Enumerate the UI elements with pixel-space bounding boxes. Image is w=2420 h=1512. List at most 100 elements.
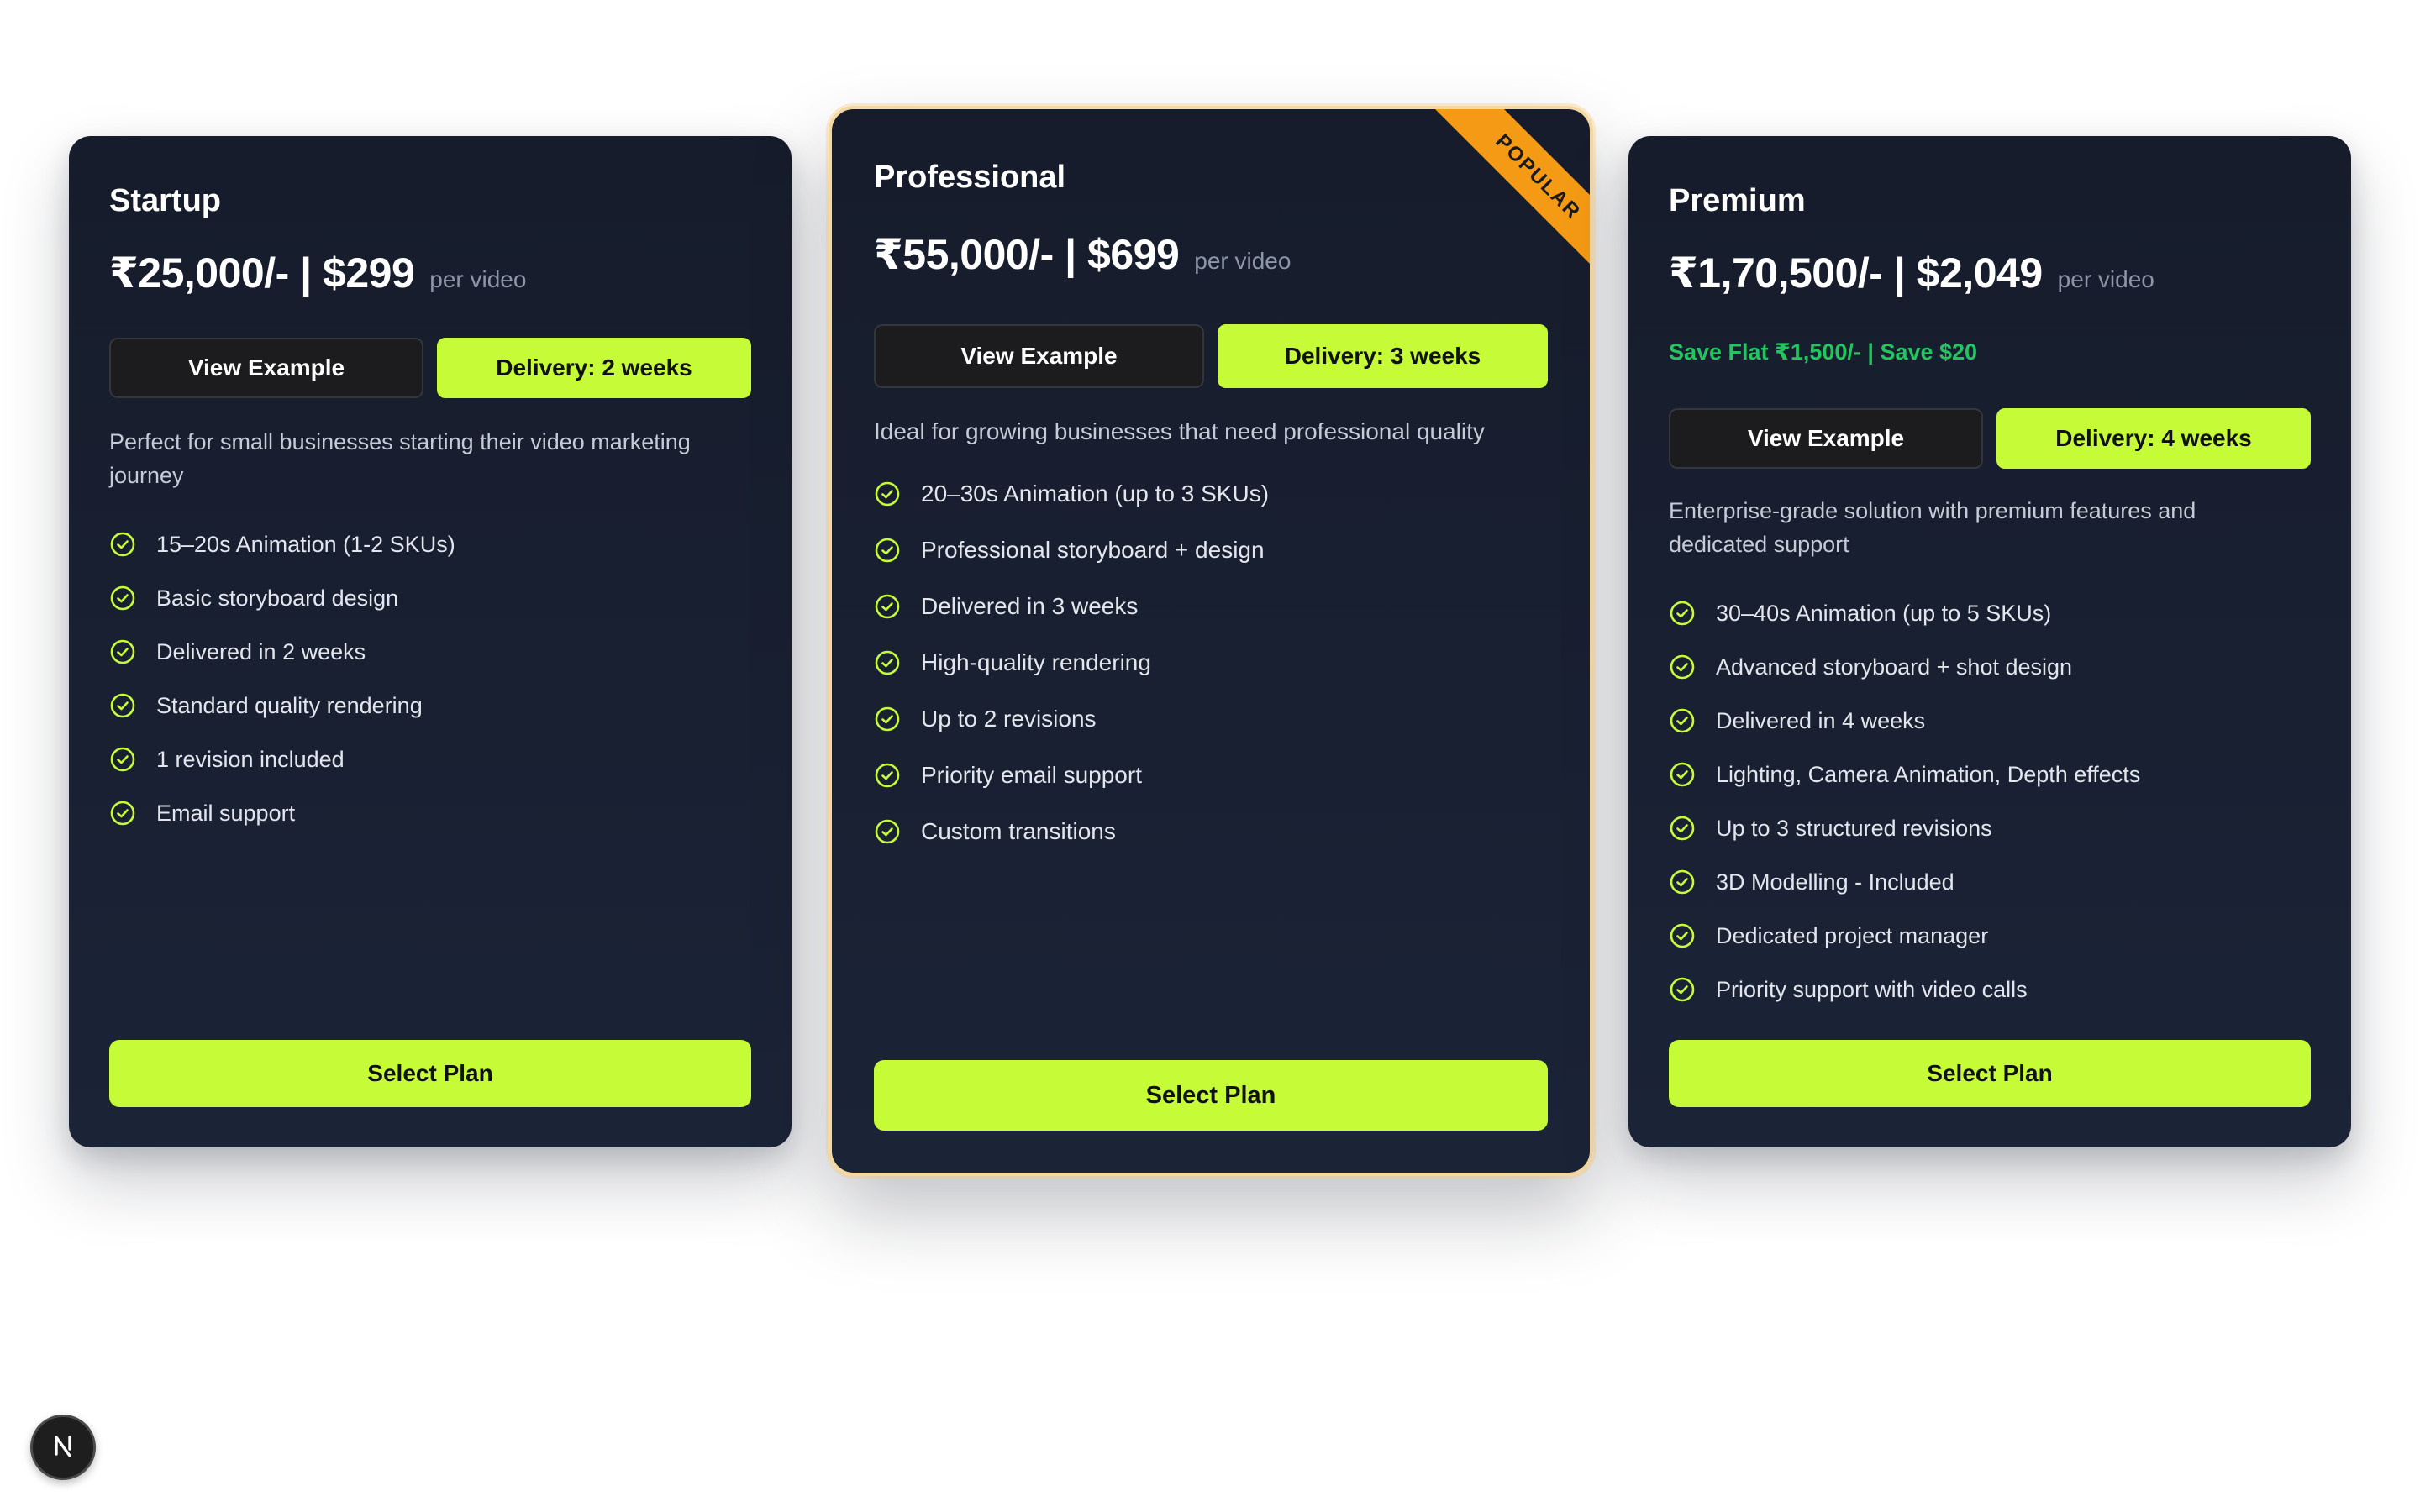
feature-item: 15–20s Animation (1-2 SKUs) (109, 517, 455, 571)
select-plan-button[interactable]: Select Plan (1669, 1040, 2311, 1107)
feature-list: 20–30s Animation (up to 3 SKUs) Professi… (874, 465, 1269, 859)
feature-text: Dedicated project manager (1716, 922, 1989, 948)
nextjs-icon (46, 1429, 80, 1467)
price-period: per video (2057, 266, 2154, 292)
select-plan-button[interactable]: Select Plan (874, 1060, 1548, 1131)
check-circle-icon (109, 531, 136, 558)
nextjs-dev-badge[interactable] (30, 1415, 96, 1480)
plan-name: Premium (1669, 183, 1806, 218)
check-circle-icon (1669, 869, 1696, 895)
check-circle-icon (109, 585, 136, 612)
feature-item: Custom transitions (874, 803, 1269, 859)
feature-item: Up to 3 structured revisions (1669, 801, 2140, 855)
feature-text: Priority email support (921, 761, 1142, 788)
feature-text: Email support (156, 800, 296, 826)
feature-item: Standard quality rendering (109, 679, 455, 732)
feature-item: 3D Modelling - Included (1669, 855, 2140, 909)
feature-text: 15–20s Animation (1-2 SKUs) (156, 531, 455, 557)
plan-description: Ideal for growing businesses that need p… (874, 418, 1485, 444)
price-row: ₹25,000/- | $299 per video (109, 249, 526, 297)
plan-price: ₹1,70,500/- | $2,049 (1669, 249, 2043, 297)
action-buttons: View Example Delivery: 3 weeks (874, 324, 1548, 388)
feature-text: Custom transitions (921, 817, 1116, 844)
check-circle-icon (1669, 600, 1696, 627)
feature-item: Dedicated project manager (1669, 909, 2140, 963)
price-row: ₹55,000/- | $699 per video (874, 230, 1291, 279)
plan-price: ₹55,000/- | $699 (874, 231, 1180, 278)
feature-item: 1 revision included (109, 732, 455, 786)
check-circle-icon (109, 800, 136, 827)
feature-item: Lighting, Camera Animation, Depth effect… (1669, 748, 2140, 801)
feature-item: Email support (109, 786, 455, 840)
check-circle-icon (874, 649, 901, 676)
feature-text: Lighting, Camera Animation, Depth effect… (1716, 761, 2141, 787)
feature-item: Advanced storyboard + shot design (1669, 640, 2140, 694)
select-plan-button[interactable]: Select Plan (109, 1040, 751, 1107)
feature-text: Delivered in 3 weeks (921, 592, 1139, 619)
delivery-button[interactable]: Delivery: 4 weeks (1996, 408, 2311, 469)
view-example-button[interactable]: View Example (109, 338, 424, 398)
check-circle-icon (874, 480, 901, 507)
feature-text: Advanced storyboard + shot design (1716, 654, 2073, 680)
feature-item: Professional storyboard + design (874, 522, 1269, 578)
feature-text: High-quality rendering (921, 648, 1151, 675)
feature-item: Delivered in 4 weeks (1669, 694, 2140, 748)
feature-list: 15–20s Animation (1-2 SKUs) Basic storyb… (109, 517, 455, 840)
feature-text: 30–40s Animation (up to 5 SKUs) (1716, 600, 2052, 626)
check-circle-icon (874, 706, 901, 732)
feature-text: Professional storyboard + design (921, 536, 1265, 563)
feature-text: 1 revision included (156, 746, 345, 772)
delivery-button[interactable]: Delivery: 3 weeks (1218, 324, 1548, 388)
feature-text: Basic storyboard design (156, 585, 399, 611)
check-circle-icon (109, 638, 136, 665)
feature-text: 3D Modelling - Included (1716, 869, 1954, 895)
plan-card-premium: Premium ₹1,70,500/- | $2,049 per video S… (1628, 136, 2351, 1147)
price-period: per video (429, 266, 527, 292)
feature-list: 30–40s Animation (up to 5 SKUs) Advanced… (1669, 586, 2140, 1016)
feature-item: Delivered in 2 weeks (109, 625, 455, 679)
feature-item: 20–30s Animation (up to 3 SKUs) (874, 465, 1269, 522)
check-circle-icon (1669, 654, 1696, 680)
feature-text: Delivered in 2 weeks (156, 638, 366, 664)
check-circle-icon (1669, 922, 1696, 949)
feature-text: Standard quality rendering (156, 692, 423, 718)
price-period: per video (1194, 248, 1292, 274)
popular-ribbon: POPULAR (1422, 109, 1590, 277)
check-circle-icon (874, 537, 901, 564)
price-row: ₹1,70,500/- | $2,049 per video (1669, 249, 2154, 297)
check-circle-icon (109, 746, 136, 773)
plan-description: Perfect for small businesses starting th… (109, 429, 691, 488)
plan-card-startup: Startup ₹25,000/- | $299 per video View … (69, 136, 792, 1147)
feature-text: Up to 2 revisions (921, 705, 1097, 732)
check-circle-icon (1669, 707, 1696, 734)
feature-item: Priority email support (874, 747, 1269, 803)
feature-text: Priority support with video calls (1716, 976, 2028, 1002)
view-example-button[interactable]: View Example (1669, 408, 1983, 469)
plan-price: ₹25,000/- | $299 (109, 249, 415, 297)
check-circle-icon (1669, 761, 1696, 788)
feature-text: 20–30s Animation (up to 3 SKUs) (921, 480, 1270, 507)
savings-text: Save Flat ₹1,500/- | Save $20 (1669, 339, 1978, 365)
plan-name: Professional (874, 160, 1066, 195)
action-buttons: View Example Delivery: 4 weeks (1669, 408, 2311, 469)
feature-text: Delivered in 4 weeks (1716, 707, 1926, 733)
check-circle-icon (874, 818, 901, 845)
feature-item: Basic storyboard design (109, 571, 455, 625)
feature-text: Up to 3 structured revisions (1716, 815, 1992, 841)
popular-badge: POPULAR (1431, 109, 1590, 277)
feature-item: Up to 2 revisions (874, 690, 1269, 747)
action-buttons: View Example Delivery: 2 weeks (109, 338, 751, 398)
view-example-button[interactable]: View Example (874, 324, 1204, 388)
check-circle-icon (109, 692, 136, 719)
plan-name: Startup (109, 183, 221, 218)
check-circle-icon (874, 593, 901, 620)
check-circle-icon (1669, 976, 1696, 1003)
check-circle-icon (874, 762, 901, 789)
feature-item: High-quality rendering (874, 634, 1269, 690)
feature-item: 30–40s Animation (up to 5 SKUs) (1669, 586, 2140, 640)
feature-item: Delivered in 3 weeks (874, 578, 1269, 634)
delivery-button[interactable]: Delivery: 2 weeks (437, 338, 751, 398)
plan-card-professional: POPULAR Professional ₹55,000/- | $699 pe… (829, 106, 1593, 1176)
feature-item: Priority support with video calls (1669, 963, 2140, 1016)
plan-description: Enterprise-grade solution with premium f… (1669, 498, 2196, 557)
